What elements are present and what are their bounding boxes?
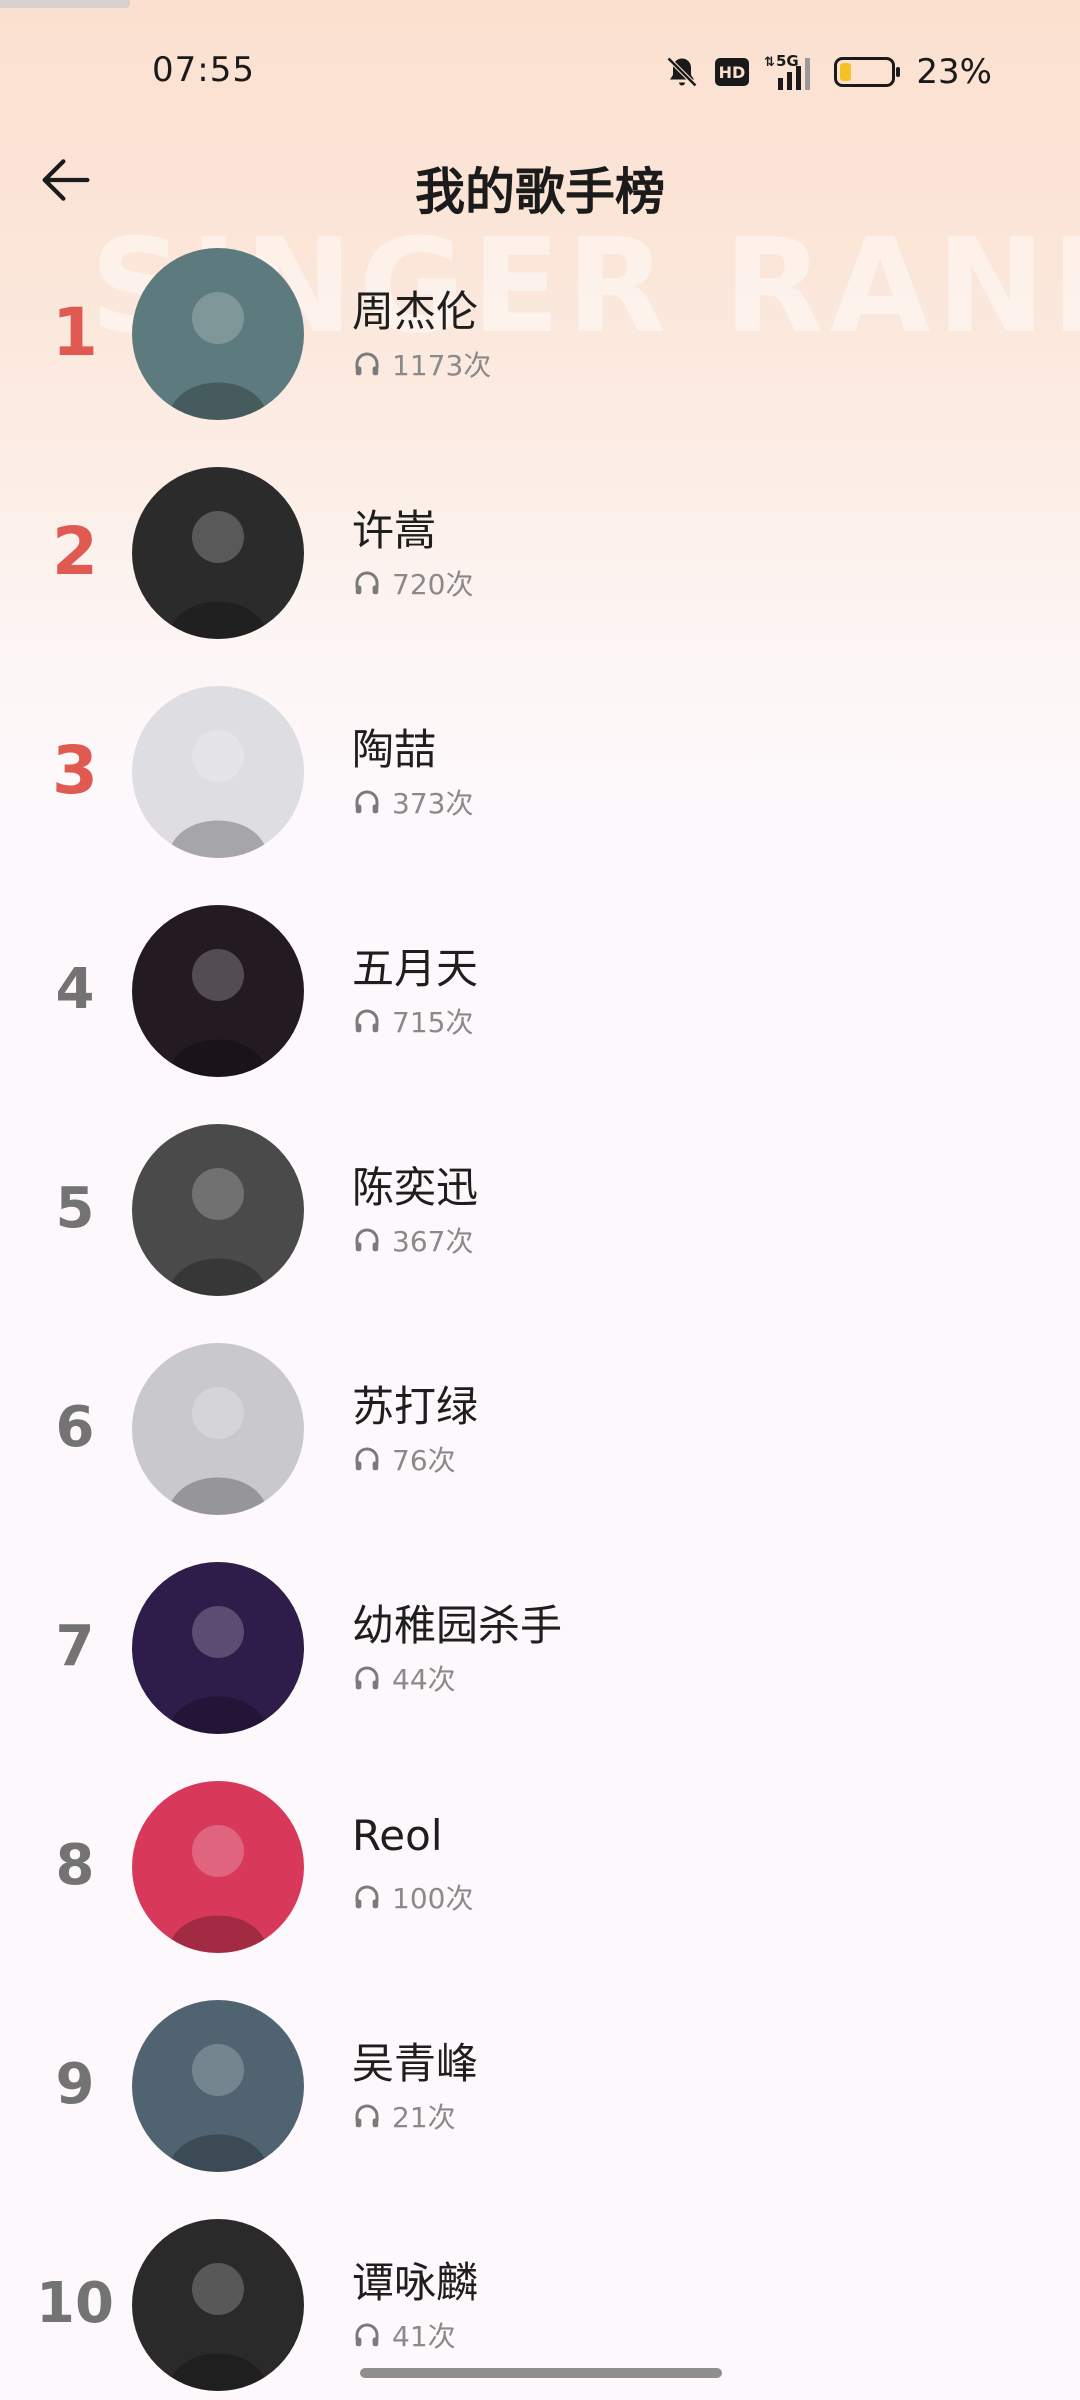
singer-row[interactable]: 2 许嵩 720次: [0, 467, 1080, 686]
singer-avatar[interactable]: [132, 467, 304, 639]
play-count-row: 44次: [352, 1658, 456, 1698]
rank-number: 3: [52, 732, 98, 809]
play-count-row: 715次: [352, 1001, 473, 1041]
singer-avatar[interactable]: [132, 2000, 304, 2172]
play-count-row: 373次: [352, 782, 473, 822]
play-count: 76次: [392, 1444, 456, 1477]
singer-name: 苏打绿: [352, 1382, 479, 1431]
rank-number: 4: [55, 957, 95, 1022]
play-count: 720次: [392, 568, 474, 601]
singer-name: 谭咏麟: [352, 2258, 479, 2307]
singer-row[interactable]: 8 Reol 100次: [0, 1781, 1080, 2000]
play-count: 44次: [392, 1663, 456, 1696]
screen: 07:55 HD ⇅ 5G 23% SINGER RANK 我的歌手榜 1 周杰…: [0, 0, 1080, 2400]
status-bar: 07:55 HD ⇅ 5G 23%: [0, 40, 1080, 104]
singer-name: 幼稚园杀手: [352, 1601, 563, 1650]
hd-icon: HD: [714, 57, 750, 87]
5g-signal-icon: ⇅ 5G: [764, 52, 820, 92]
singer-row[interactable]: 4 五月天 715次: [0, 905, 1080, 1124]
singer-name: 五月天: [352, 944, 479, 993]
battery-icon: [834, 56, 902, 88]
page-title: 我的歌手榜: [415, 163, 665, 221]
singer-name: 吴青峰: [352, 2039, 479, 2088]
play-count-row: 76次: [352, 1439, 456, 1479]
singer-avatar[interactable]: [132, 2219, 304, 2391]
singer-avatar[interactable]: [132, 905, 304, 1077]
singer-name: 陶喆: [352, 725, 437, 774]
top-handle: [0, 0, 130, 8]
play-count: 21次: [392, 2101, 456, 2134]
status-time: 07:55: [152, 50, 255, 90]
play-count-row: 720次: [352, 563, 473, 603]
headphones-icon: [355, 1666, 379, 1690]
svg-text:HD: HD: [719, 63, 746, 82]
singer-name: 周杰伦: [352, 287, 479, 336]
headphones-icon: [355, 1447, 379, 1471]
home-indicator[interactable]: [360, 2368, 722, 2378]
svg-text:5G: 5G: [776, 52, 799, 70]
play-count-row: 21次: [352, 2096, 456, 2136]
headphones-icon: [355, 1885, 379, 1909]
rank-number: 2: [52, 513, 98, 590]
singer-avatar[interactable]: [132, 1343, 304, 1515]
play-count: 41次: [392, 2320, 456, 2353]
singer-avatar[interactable]: [132, 1562, 304, 1734]
singer-avatar[interactable]: [132, 1124, 304, 1296]
bell-off-icon: [664, 54, 700, 90]
rank-number: 9: [55, 2052, 95, 2117]
singer-row[interactable]: 9 吴青峰 21次: [0, 2000, 1080, 2219]
rank-number: 6: [55, 1395, 95, 1460]
singer-name: 许嵩: [352, 506, 437, 555]
singer-avatar[interactable]: [132, 1781, 304, 1953]
rank-list: 1 周杰伦 1173次 2 许嵩 720次 3 陶喆 373次 4 五月天 715次 5 陈奕迅 367次 6…: [0, 248, 1080, 2400]
headphones-icon: [355, 790, 379, 814]
rank-number: 10: [36, 2271, 114, 2336]
singer-avatar[interactable]: [132, 686, 304, 858]
play-count: 373次: [392, 787, 474, 820]
headphones-icon: [355, 2104, 379, 2128]
play-count: 367次: [392, 1225, 474, 1258]
headphones-icon: [355, 1228, 379, 1252]
header: 我的歌手榜: [0, 130, 1080, 230]
rank-number: 8: [55, 1833, 95, 1898]
singer-row[interactable]: 7 幼稚园杀手 44次: [0, 1562, 1080, 1781]
rank-number: 7: [55, 1614, 95, 1679]
singer-name: 陈奕迅: [352, 1163, 479, 1212]
battery-percent: 23%: [916, 52, 992, 92]
play-count: 100次: [392, 1882, 474, 1915]
status-icons: HD ⇅ 5G 23%: [664, 50, 992, 94]
singer-row[interactable]: 5 陈奕迅 367次: [0, 1124, 1080, 1343]
play-count-row: 367次: [352, 1220, 473, 1260]
headphones-icon: [355, 571, 379, 595]
singer-name: Reol: [352, 1811, 443, 1860]
play-count: 1173次: [392, 349, 492, 382]
singer-row[interactable]: 6 苏打绿 76次: [0, 1343, 1080, 1562]
headphones-icon: [355, 2323, 379, 2347]
play-count-row: 1173次: [352, 344, 491, 384]
svg-text:⇅: ⇅: [764, 55, 775, 70]
singer-avatar[interactable]: [132, 248, 304, 420]
rank-number: 1: [52, 294, 98, 371]
headphones-icon: [355, 1009, 379, 1033]
singer-row[interactable]: 1 周杰伦 1173次: [0, 248, 1080, 467]
play-count-row: 41次: [352, 2315, 456, 2355]
singer-row[interactable]: 3 陶喆 373次: [0, 686, 1080, 905]
play-count-row: 100次: [352, 1877, 473, 1917]
headphones-icon: [355, 352, 379, 376]
rank-number: 5: [55, 1176, 95, 1241]
play-count: 715次: [392, 1006, 474, 1039]
